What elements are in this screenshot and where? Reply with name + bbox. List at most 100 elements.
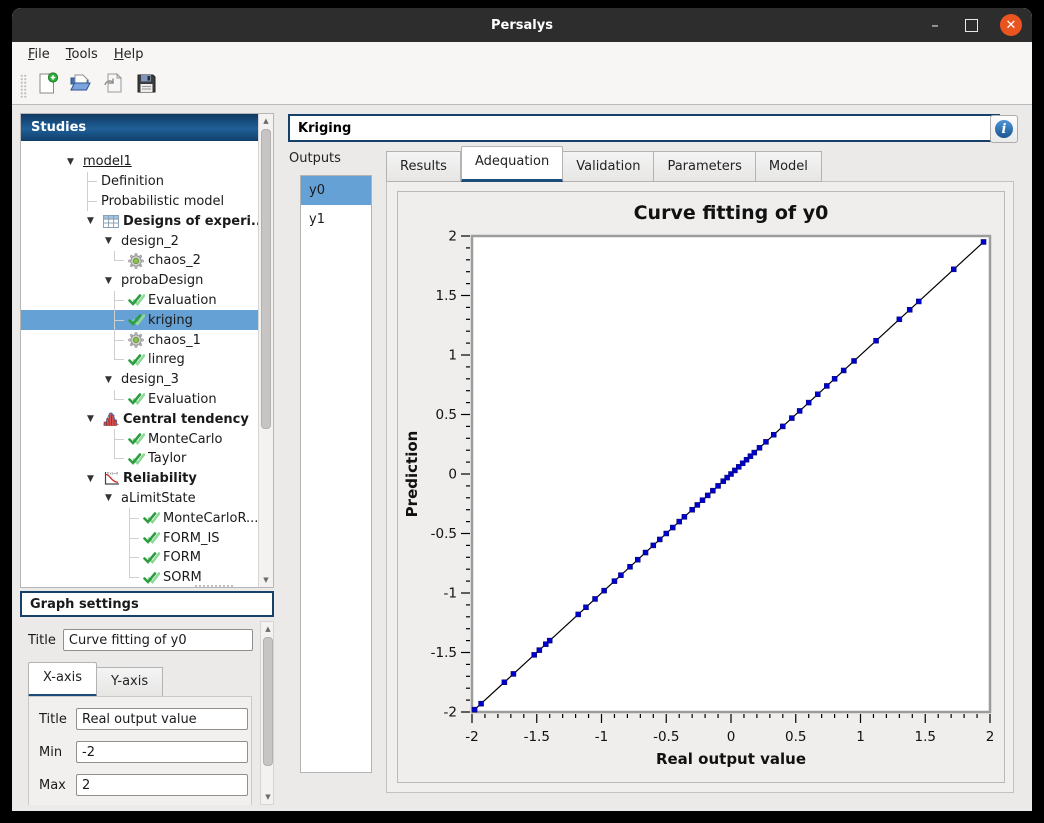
tree-item-probadesign[interactable]: ▼probaDesign: [21, 271, 258, 291]
expand-arrow-icon[interactable]: ▼: [105, 236, 121, 246]
tab-validation[interactable]: Validation: [563, 151, 654, 182]
axis-max-label: Max: [39, 778, 76, 793]
check-icon: [143, 551, 163, 565]
tree-branch-line: [114, 429, 128, 449]
svg-text:Prediction: Prediction: [403, 431, 421, 518]
tree-item-form-is[interactable]: FORM_IS: [21, 528, 258, 548]
expand-arrow-icon[interactable]: ▼: [105, 375, 121, 385]
tree-item-label: chaos_1: [148, 333, 201, 348]
svg-text:1.5: 1.5: [915, 729, 936, 745]
expand-arrow-icon[interactable]: ▼: [105, 493, 121, 503]
tree-item-reliability[interactable]: ▼f(x)=0Reliability: [21, 469, 258, 489]
svg-text:0.5: 0.5: [436, 407, 457, 423]
tree-item-label: aLimitState: [121, 491, 196, 506]
tree-item-evaluation[interactable]: Evaluation: [21, 291, 258, 311]
result-tabs: ResultsAdequationValidationParametersMod…: [386, 149, 822, 182]
tree-branch-line: [87, 172, 101, 192]
expand-arrow-icon[interactable]: ▼: [87, 474, 103, 484]
menu-tools[interactable]: Tools: [58, 42, 106, 67]
svg-text:0: 0: [448, 467, 457, 483]
tree-item-label: model1: [83, 154, 132, 169]
studies-panel: Studies ▼model1DefinitionProbabilistic m…: [20, 113, 274, 588]
svg-text:Real output value: Real output value: [656, 750, 806, 768]
tree-item-definition[interactable]: Definition: [21, 172, 258, 192]
outputs-list: y0y1: [300, 175, 372, 773]
menu-help[interactable]: Help: [106, 42, 152, 67]
analysis-name-field[interactable]: [288, 114, 1000, 142]
toolbar-drag-handle[interactable]: [20, 74, 27, 98]
tree-branch-line: [114, 251, 128, 271]
tab-x-axis[interactable]: X-axis: [28, 662, 97, 697]
tree-branch-line: [87, 192, 101, 212]
open-study-button[interactable]: [66, 72, 94, 100]
studies-tree-scrollbar[interactable]: ▲ ▼: [258, 114, 273, 587]
tab-parameters[interactable]: Parameters: [654, 151, 755, 182]
info-button[interactable]: i: [990, 115, 1018, 143]
tree-item-chaos-1[interactable]: chaos_1: [21, 330, 258, 350]
tree-item-linreg[interactable]: linreg: [21, 350, 258, 370]
curve-fitting-chart: Curve fitting of y0-2-2-1.5-1.5-1-1-0.5-…: [398, 192, 1002, 780]
graph-settings-scrollbar[interactable]: ▲ ▼: [260, 621, 274, 805]
expand-arrow-icon[interactable]: ▼: [67, 157, 83, 167]
new-study-button[interactable]: [33, 72, 61, 100]
tree-item-label: chaos_2: [148, 253, 201, 268]
scrollbar-thumb[interactable]: [261, 129, 271, 429]
tab-model[interactable]: Model: [756, 151, 822, 182]
svg-text:1: 1: [856, 729, 865, 745]
panel-splitter-handle[interactable]: [194, 584, 234, 588]
tree-branch-line: [129, 508, 143, 528]
scroll-up-icon[interactable]: ▲: [261, 622, 274, 636]
tree-item-probabilistic-model[interactable]: Probabilistic model: [21, 192, 258, 212]
tree-item-evaluation[interactable]: Evaluation: [21, 390, 258, 410]
output-item-y0[interactable]: y0: [301, 176, 371, 205]
expand-arrow-icon[interactable]: ▼: [87, 414, 103, 424]
table-icon: [103, 215, 123, 228]
tree-branch-line: [114, 291, 128, 311]
scroll-down-icon[interactable]: ▼: [259, 573, 273, 587]
tree-item-form[interactable]: FORM: [21, 548, 258, 568]
axis-min-label: Min: [39, 745, 76, 760]
tree-item-label: design_3: [121, 372, 179, 387]
svg-text:-0.5: -0.5: [431, 526, 457, 542]
axis-title-input[interactable]: [76, 708, 248, 730]
app-window: Persalys – ✕ FileToolsHelp Studies ▼mode…: [12, 8, 1032, 811]
tree-item-taylor[interactable]: Taylor: [21, 449, 258, 469]
expand-arrow-icon[interactable]: ▼: [105, 276, 121, 286]
adequation-tab-panel: Curve fitting of y0-2-2-1.5-1.5-1-1-0.5-…: [386, 181, 1014, 793]
tree-item-central-tendency[interactable]: ▼Central tendency: [21, 409, 258, 429]
tree-item-design-2[interactable]: ▼design_2: [21, 231, 258, 251]
svg-text:-2: -2: [465, 729, 478, 745]
save-button[interactable]: [132, 72, 160, 100]
expand-arrow-icon[interactable]: ▼: [87, 216, 103, 226]
tab-y-axis[interactable]: Y-axis: [97, 667, 163, 697]
menu-file[interactable]: File: [20, 42, 58, 67]
tree-item-chaos-2[interactable]: chaos_2: [21, 251, 258, 271]
import-python-script-icon: [102, 72, 125, 99]
scroll-up-icon[interactable]: ▲: [259, 114, 273, 128]
graph-title-input[interactable]: [63, 629, 253, 651]
close-button[interactable]: ✕: [1000, 14, 1022, 36]
output-item-y1[interactable]: y1: [301, 205, 371, 234]
scroll-down-icon[interactable]: ▼: [261, 790, 274, 804]
tree-item-montecarlor[interactable]: MonteCarloR...: [21, 508, 258, 528]
scrollbar-thumb[interactable]: [263, 637, 273, 766]
check-icon: [143, 511, 163, 525]
check-icon: [128, 452, 148, 466]
axis-max-input[interactable]: [76, 774, 248, 796]
tree-item-label: Evaluation: [148, 293, 217, 308]
tree-item-kriging[interactable]: kriging: [21, 310, 258, 330]
tab-adequation[interactable]: Adequation: [461, 146, 563, 182]
minimize-button[interactable]: –: [927, 20, 943, 30]
tree-item-montecarlo[interactable]: MonteCarlo: [21, 429, 258, 449]
tree-item-alimitstate[interactable]: ▼aLimitState: [21, 489, 258, 509]
axis-min-input[interactable]: [76, 741, 248, 763]
chart-frame: Curve fitting of y0-2-2-1.5-1.5-1-1-0.5-…: [397, 191, 1005, 783]
maximize-button[interactable]: [965, 19, 978, 32]
svg-text:f(x)=0: f(x)=0: [107, 472, 118, 476]
tree-item-model1[interactable]: ▼model1: [21, 152, 258, 172]
tree-item-designs-of-experi[interactable]: ▼Designs of experi...: [21, 211, 258, 231]
title-bar[interactable]: Persalys – ✕: [12, 8, 1032, 42]
tab-results[interactable]: Results: [386, 151, 461, 182]
tree-item-design-3[interactable]: ▼design_3: [21, 370, 258, 390]
import-python-script-button[interactable]: [99, 72, 127, 100]
